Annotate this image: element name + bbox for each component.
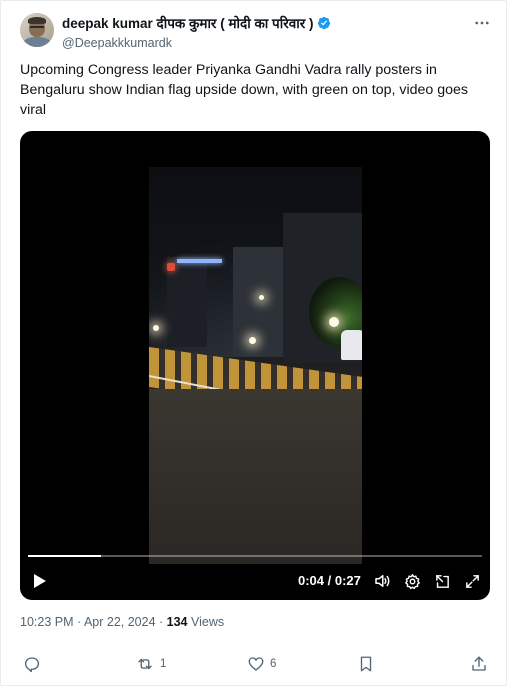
avatar[interactable]	[20, 13, 54, 47]
volume-icon	[375, 575, 390, 587]
video-time-separator: /	[324, 573, 335, 588]
play-icon	[34, 574, 46, 588]
tweet-actions: 1 6	[20, 653, 490, 675]
video-duration: 0:27	[334, 573, 361, 588]
author-names: deepak kumar दीपक कुमार ( मोदी का परिवार…	[62, 14, 331, 50]
author-display-name-row[interactable]: deepak kumar दीपक कुमार ( मोदी का परिवार…	[62, 14, 331, 32]
tweet-text: Upcoming Congress leader Priyanka Gandhi…	[20, 62, 469, 118]
meta-dot-2: ·	[155, 615, 167, 629]
fullscreen-button[interactable]	[462, 569, 482, 593]
repost-button[interactable]: 1	[135, 653, 166, 675]
video-progress-bar[interactable]	[28, 555, 482, 557]
video-progress-fill	[28, 555, 101, 557]
more-options-icon	[475, 21, 489, 25]
meta-dot: ·	[73, 615, 84, 629]
like-count: 6	[270, 658, 277, 670]
bookmark-button[interactable]	[358, 653, 374, 675]
tweet-meta: 10:23 PM · Apr 22, 2024 · 134 Views	[20, 615, 224, 629]
tweet-date[interactable]: Apr 22, 2024	[84, 615, 156, 629]
tweet-time[interactable]: 10:23 PM	[20, 615, 74, 629]
verified-badge-icon	[317, 16, 330, 30]
bookmark-icon	[360, 656, 372, 672]
heart-icon	[248, 657, 264, 671]
video-current-time: 0:04	[298, 573, 325, 588]
author-display-name[interactable]: deepak kumar दीपक कुमार ( मोदी का परिवार…	[62, 14, 314, 32]
like-button[interactable]: 6	[247, 653, 276, 675]
repost-icon	[138, 658, 152, 670]
video-time: 0:04 / 0:27	[298, 573, 361, 588]
video-frame[interactable]	[149, 167, 362, 564]
pop-out-button[interactable]	[432, 569, 452, 593]
pop-out-icon	[435, 574, 449, 588]
video-controls: 0:04 / 0:27	[20, 569, 490, 593]
reply-button[interactable]	[23, 653, 46, 675]
share-icon	[472, 656, 486, 671]
tweet-header: deepak kumar दीपक कुमार ( मोदी का परिवार…	[20, 13, 492, 50]
tweet-card: deepak kumar दीपक कुमार ( मोदी का परिवार…	[0, 0, 507, 686]
more-options-button[interactable]	[472, 14, 492, 32]
repost-count: 1	[160, 658, 167, 670]
share-button[interactable]	[470, 653, 488, 675]
reply-icon	[24, 657, 40, 673]
gear-icon	[404, 573, 420, 589]
views-count: 134	[166, 615, 188, 629]
fullscreen-icon	[465, 574, 479, 588]
volume-button[interactable]	[372, 569, 392, 593]
video-player[interactable]: 0:04 / 0:27	[20, 131, 490, 600]
author-handle[interactable]: @Deepakkkumardk	[62, 36, 331, 50]
views-label: Views	[187, 615, 225, 629]
play-button[interactable]	[30, 569, 50, 593]
settings-button[interactable]	[402, 569, 422, 593]
